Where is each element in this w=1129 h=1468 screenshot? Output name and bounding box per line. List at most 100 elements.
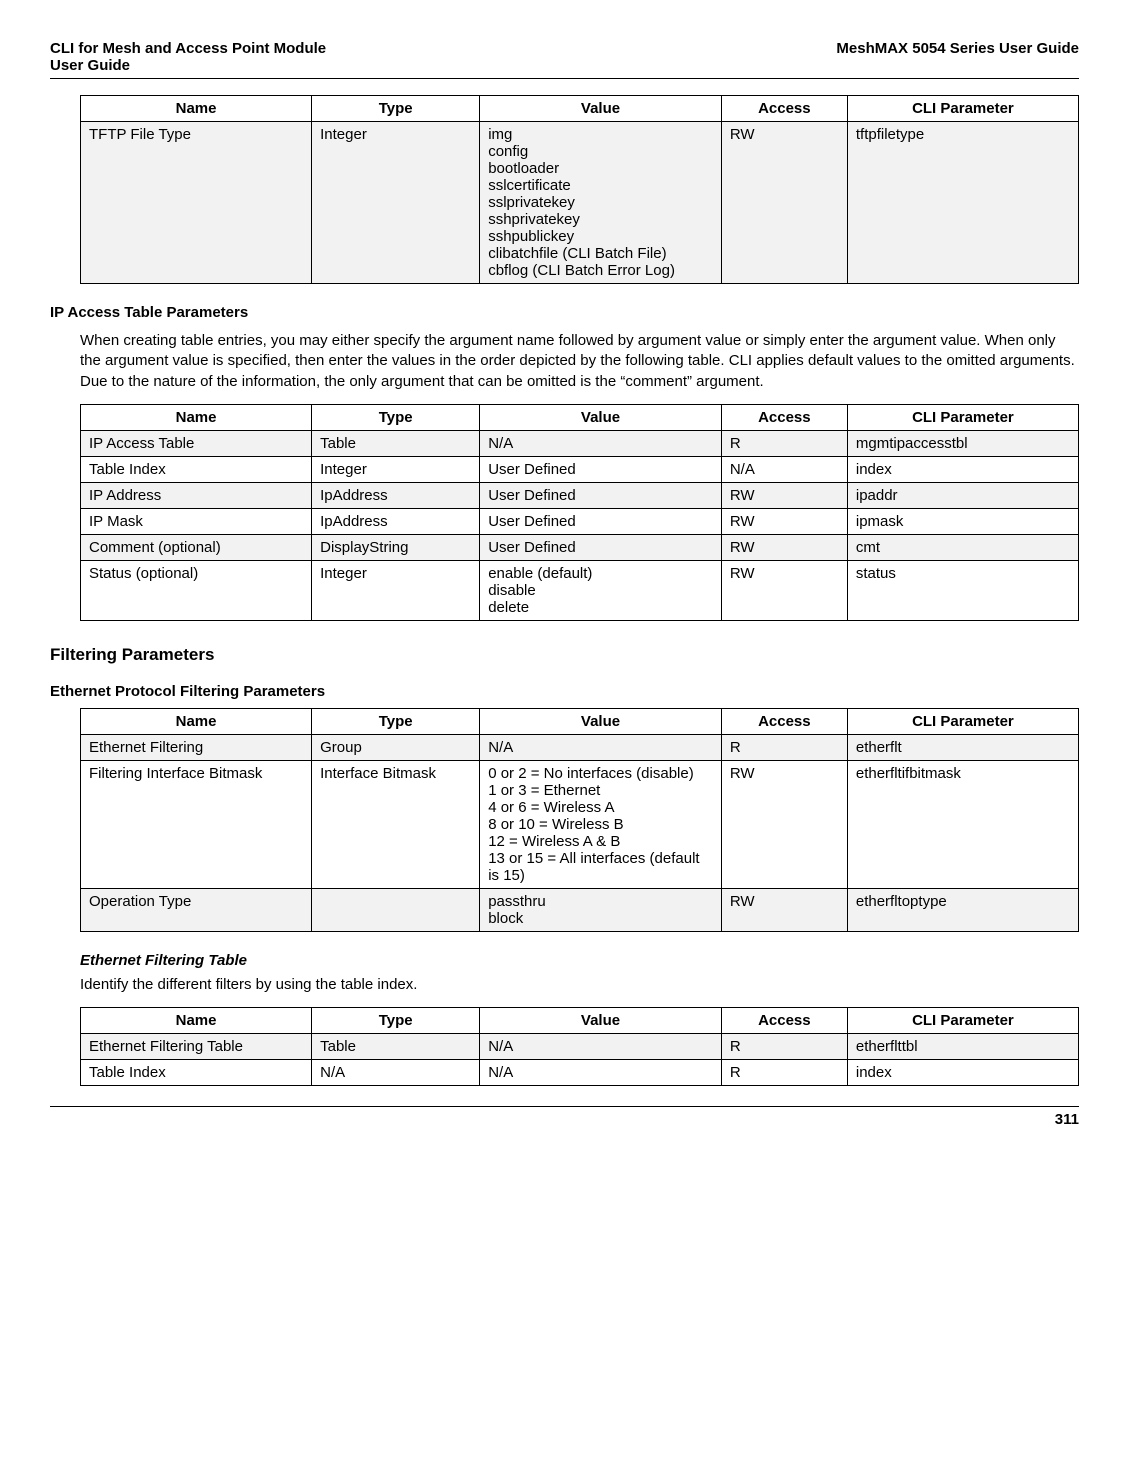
cell-access: RW [721, 888, 847, 931]
cell-cli: status [847, 560, 1078, 620]
th-value: Value [480, 404, 722, 430]
cell-access: RW [721, 482, 847, 508]
table-row: Comment (optional)DisplayStringUser Defi… [81, 534, 1079, 560]
cell-value: enable (default) disable delete [480, 560, 722, 620]
ethernet-filtering-table-paragraph: Identify the different filters by using … [80, 975, 1079, 995]
ethernet-protocol-heading: Ethernet Protocol Filtering Parameters [50, 683, 1079, 700]
table-row: Ethernet FilteringGroupN/ARetherflt [81, 734, 1079, 760]
table-row: Filtering Interface BitmaskInterface Bit… [81, 760, 1079, 888]
cell-cli: ipaddr [847, 482, 1078, 508]
cell-value: N/A [480, 430, 722, 456]
th-cli: CLI Parameter [847, 708, 1078, 734]
page-header: CLI for Mesh and Access Point Module Use… [50, 40, 1079, 74]
th-access: Access [721, 708, 847, 734]
cell-cli: index [847, 1060, 1078, 1086]
cell-cli: etherflttbl [847, 1034, 1078, 1060]
tftp-table: Name Type Value Access CLI Parameter TFT… [80, 95, 1079, 284]
cell-value: 0 or 2 = No interfaces (disable) 1 or 3 … [480, 760, 722, 888]
cell-type: Integer [312, 122, 480, 284]
ethernet-protocol-table: Name Type Value Access CLI Parameter Eth… [80, 708, 1079, 932]
th-access: Access [721, 1008, 847, 1034]
th-name: Name [81, 708, 312, 734]
cell-type: N/A [312, 1060, 480, 1086]
cell-name: Table Index [81, 1060, 312, 1086]
header-divider [50, 78, 1079, 79]
th-cli: CLI Parameter [847, 404, 1078, 430]
cell-access: RW [721, 122, 847, 284]
table-row: IP MaskIpAddressUser DefinedRWipmask [81, 508, 1079, 534]
cell-type: Integer [312, 560, 480, 620]
th-value: Value [480, 96, 722, 122]
cell-value: img config bootloader sslcertificate ssl… [480, 122, 722, 284]
cell-name: IP Access Table [81, 430, 312, 456]
cell-cli: index [847, 456, 1078, 482]
cell-cli: etherfltoptype [847, 888, 1078, 931]
cell-cli: cmt [847, 534, 1078, 560]
cell-name: IP Mask [81, 508, 312, 534]
cell-value: User Defined [480, 534, 722, 560]
cell-name: TFTP File Type [81, 122, 312, 284]
header-right: MeshMAX 5054 Series User Guide [836, 40, 1079, 74]
th-type: Type [312, 96, 480, 122]
cell-name: IP Address [81, 482, 312, 508]
cell-value: N/A [480, 1034, 722, 1060]
cell-type: Interface Bitmask [312, 760, 480, 888]
cell-type: DisplayString [312, 534, 480, 560]
header-left: CLI for Mesh and Access Point Module Use… [50, 40, 326, 74]
th-cli: CLI Parameter [847, 96, 1078, 122]
cell-access: R [721, 734, 847, 760]
header-left-line2: User Guide [50, 57, 130, 74]
cell-value: User Defined [480, 456, 722, 482]
cell-access: R [721, 1060, 847, 1086]
ip-access-paragraph: When creating table entries, you may eit… [80, 331, 1079, 392]
ethernet-filtering-table-heading: Ethernet Filtering Table [80, 952, 1079, 969]
page-number: 311 [50, 1107, 1079, 1128]
table-row: Table IndexIntegerUser DefinedN/Aindex [81, 456, 1079, 482]
th-value: Value [480, 708, 722, 734]
cell-cli: etherflt [847, 734, 1078, 760]
cell-name: Ethernet Filtering [81, 734, 312, 760]
cell-name: Ethernet Filtering Table [81, 1034, 312, 1060]
cell-type [312, 888, 480, 931]
cell-type: IpAddress [312, 482, 480, 508]
cell-value: N/A [480, 734, 722, 760]
th-access: Access [721, 404, 847, 430]
header-left-line1: CLI for Mesh and Access Point Module [50, 40, 326, 57]
ethernet-filtering-table: Name Type Value Access CLI Parameter Eth… [80, 1007, 1079, 1086]
table-row: TFTP File Type Integer img config bootlo… [81, 122, 1079, 284]
ip-access-heading: IP Access Table Parameters [50, 304, 1079, 321]
cell-cli: mgmtipaccesstbl [847, 430, 1078, 456]
cell-value: passthru block [480, 888, 722, 931]
cell-value: User Defined [480, 508, 722, 534]
th-name: Name [81, 96, 312, 122]
th-type: Type [312, 1008, 480, 1034]
cell-type: Integer [312, 456, 480, 482]
cell-value: User Defined [480, 482, 722, 508]
table-row: Ethernet Filtering TableTableN/ARetherfl… [81, 1034, 1079, 1060]
cell-name: Filtering Interface Bitmask [81, 760, 312, 888]
cell-type: Group [312, 734, 480, 760]
cell-access: RW [721, 534, 847, 560]
th-type: Type [312, 708, 480, 734]
cell-access: R [721, 430, 847, 456]
cell-name: Table Index [81, 456, 312, 482]
cell-access: N/A [721, 456, 847, 482]
cell-cli: etherfltifbitmask [847, 760, 1078, 888]
cell-name: Comment (optional) [81, 534, 312, 560]
cell-value: N/A [480, 1060, 722, 1086]
cell-access: RW [721, 508, 847, 534]
ip-access-table: Name Type Value Access CLI Parameter IP … [80, 404, 1079, 621]
th-name: Name [81, 1008, 312, 1034]
cell-type: IpAddress [312, 508, 480, 534]
table-row: Operation Typepassthru blockRWetherfltop… [81, 888, 1079, 931]
cell-name: Status (optional) [81, 560, 312, 620]
cell-access: RW [721, 560, 847, 620]
th-access: Access [721, 96, 847, 122]
th-cli: CLI Parameter [847, 1008, 1078, 1034]
cell-access: R [721, 1034, 847, 1060]
cell-access: RW [721, 760, 847, 888]
cell-cli: ipmask [847, 508, 1078, 534]
cell-cli: tftpfiletype [847, 122, 1078, 284]
table-row: IP AddressIpAddressUser DefinedRWipaddr [81, 482, 1079, 508]
table-row: Status (optional)Integerenable (default)… [81, 560, 1079, 620]
